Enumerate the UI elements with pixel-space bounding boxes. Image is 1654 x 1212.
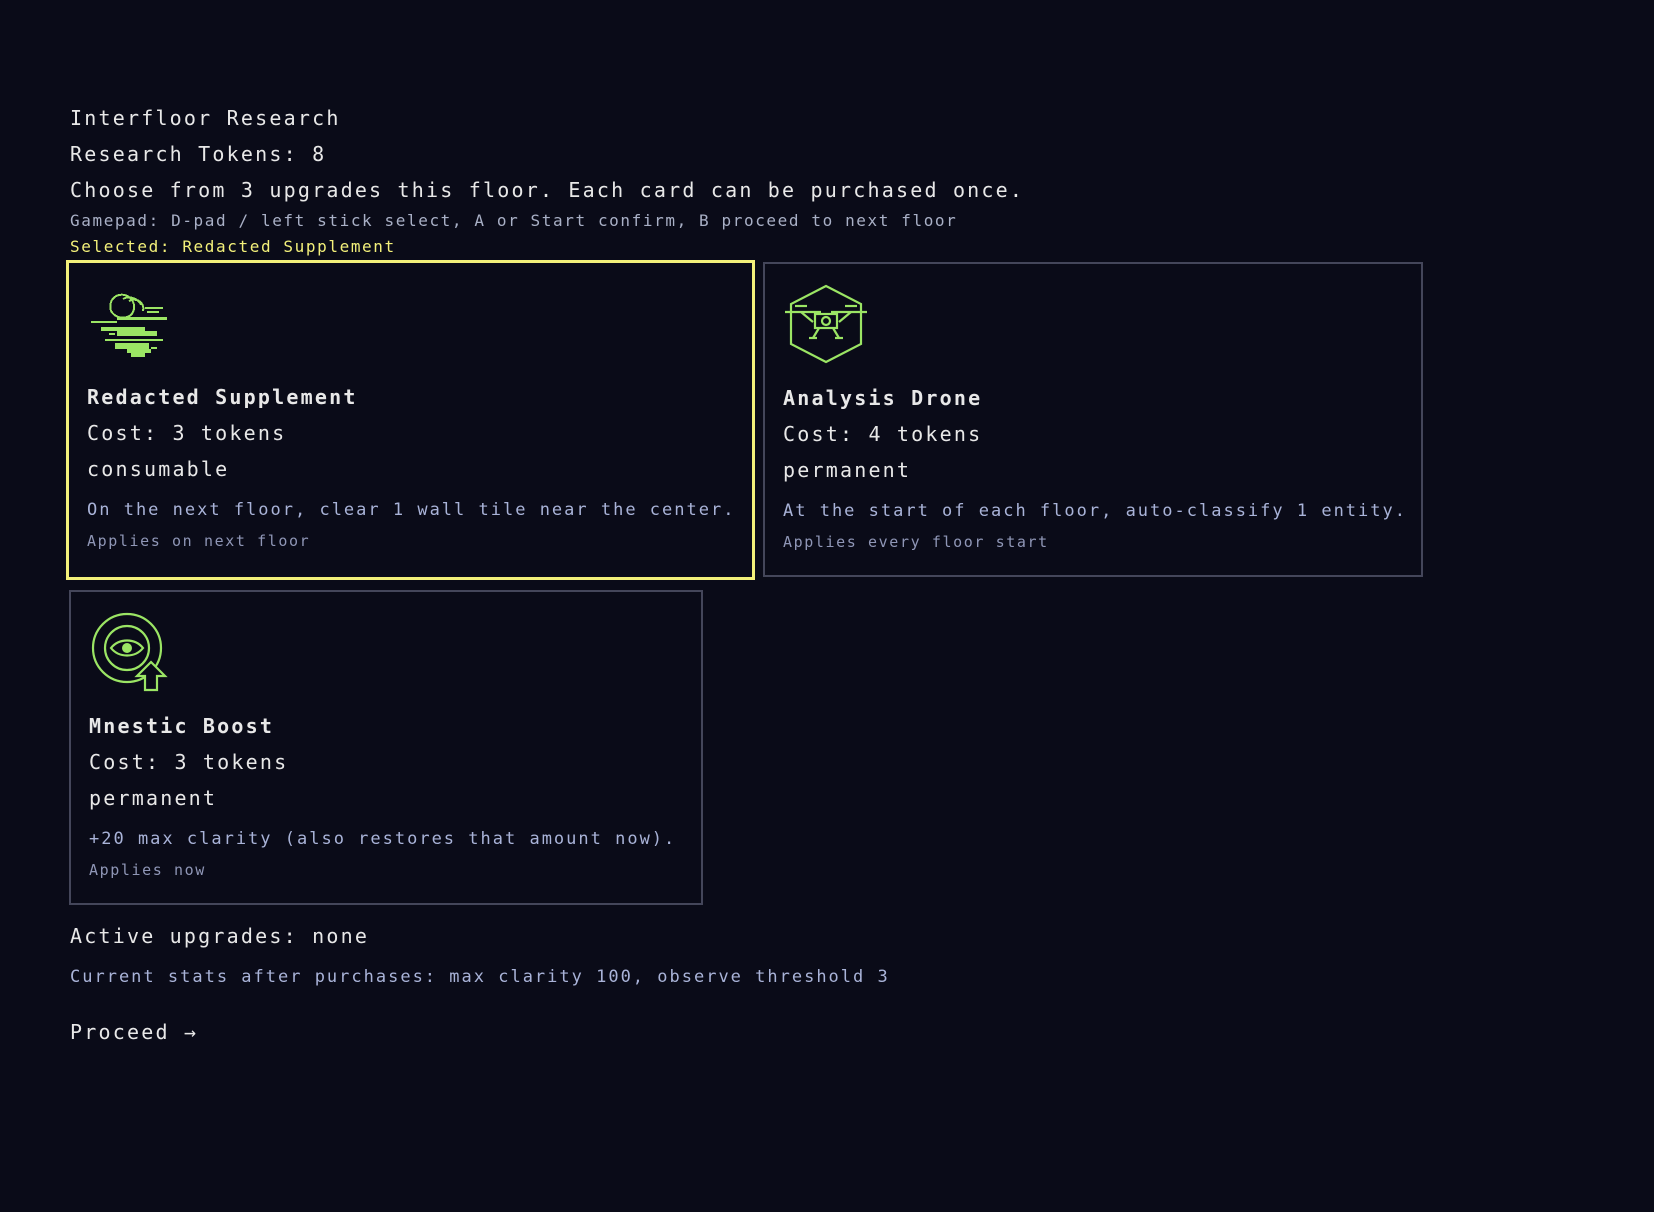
page-title: Interfloor Research [70, 106, 341, 130]
active-upgrades: Active upgrades: none [70, 924, 370, 948]
eye-boost-icon [91, 612, 168, 692]
upgrade-cards: Redacted Supplement Cost: 3 tokens consu… [66, 260, 1570, 920]
card-applies: Applies every floor start [783, 533, 1049, 551]
proceed-button[interactable]: Proceed → [70, 1014, 198, 1050]
research-tokens: Research Tokens: 8 [70, 142, 327, 166]
card-cost: Cost: 3 tokens [87, 421, 287, 445]
card-name: Mnestic Boost [89, 714, 275, 738]
card-name: Redacted Supplement [87, 385, 358, 409]
card-type: permanent [783, 458, 912, 482]
upgrade-card-redacted-supplement[interactable]: Redacted Supplement Cost: 3 tokens consu… [66, 260, 755, 580]
current-stats: Current stats after purchases: max clari… [70, 967, 890, 987]
card-applies: Applies on next floor [87, 532, 311, 550]
card-type: consumable [87, 457, 230, 481]
gamepad-hint: Gamepad: D-pad / left stick select, A or… [70, 211, 958, 230]
selected-indicator: Selected: Redacted Supplement [70, 237, 396, 256]
footer: Active upgrades: none Current stats afte… [70, 918, 890, 1050]
research-screen: Interfloor Research Research Tokens: 8 C… [66, 100, 1570, 920]
card-description: +20 max clarity (also restores that amou… [89, 829, 677, 849]
drone-icon [785, 284, 867, 364]
card-name: Analysis Drone [783, 386, 983, 410]
card-description: On the next floor, clear 1 wall tile nea… [87, 500, 736, 520]
card-applies: Applies now [89, 861, 206, 879]
card-description: At the start of each floor, auto-classif… [783, 501, 1407, 521]
upgrade-card-mnestic-boost[interactable]: Mnestic Boost Cost: 3 tokens permanent +… [69, 590, 703, 905]
redacted-supplement-icon [91, 293, 167, 357]
upgrade-card-analysis-drone[interactable]: Analysis Drone Cost: 4 tokens permanent … [763, 262, 1423, 577]
instructions-text: Choose from 3 upgrades this floor. Each … [70, 178, 1025, 202]
card-type: permanent [89, 786, 218, 810]
card-cost: Cost: 3 tokens [89, 750, 289, 774]
card-cost: Cost: 4 tokens [783, 422, 983, 446]
